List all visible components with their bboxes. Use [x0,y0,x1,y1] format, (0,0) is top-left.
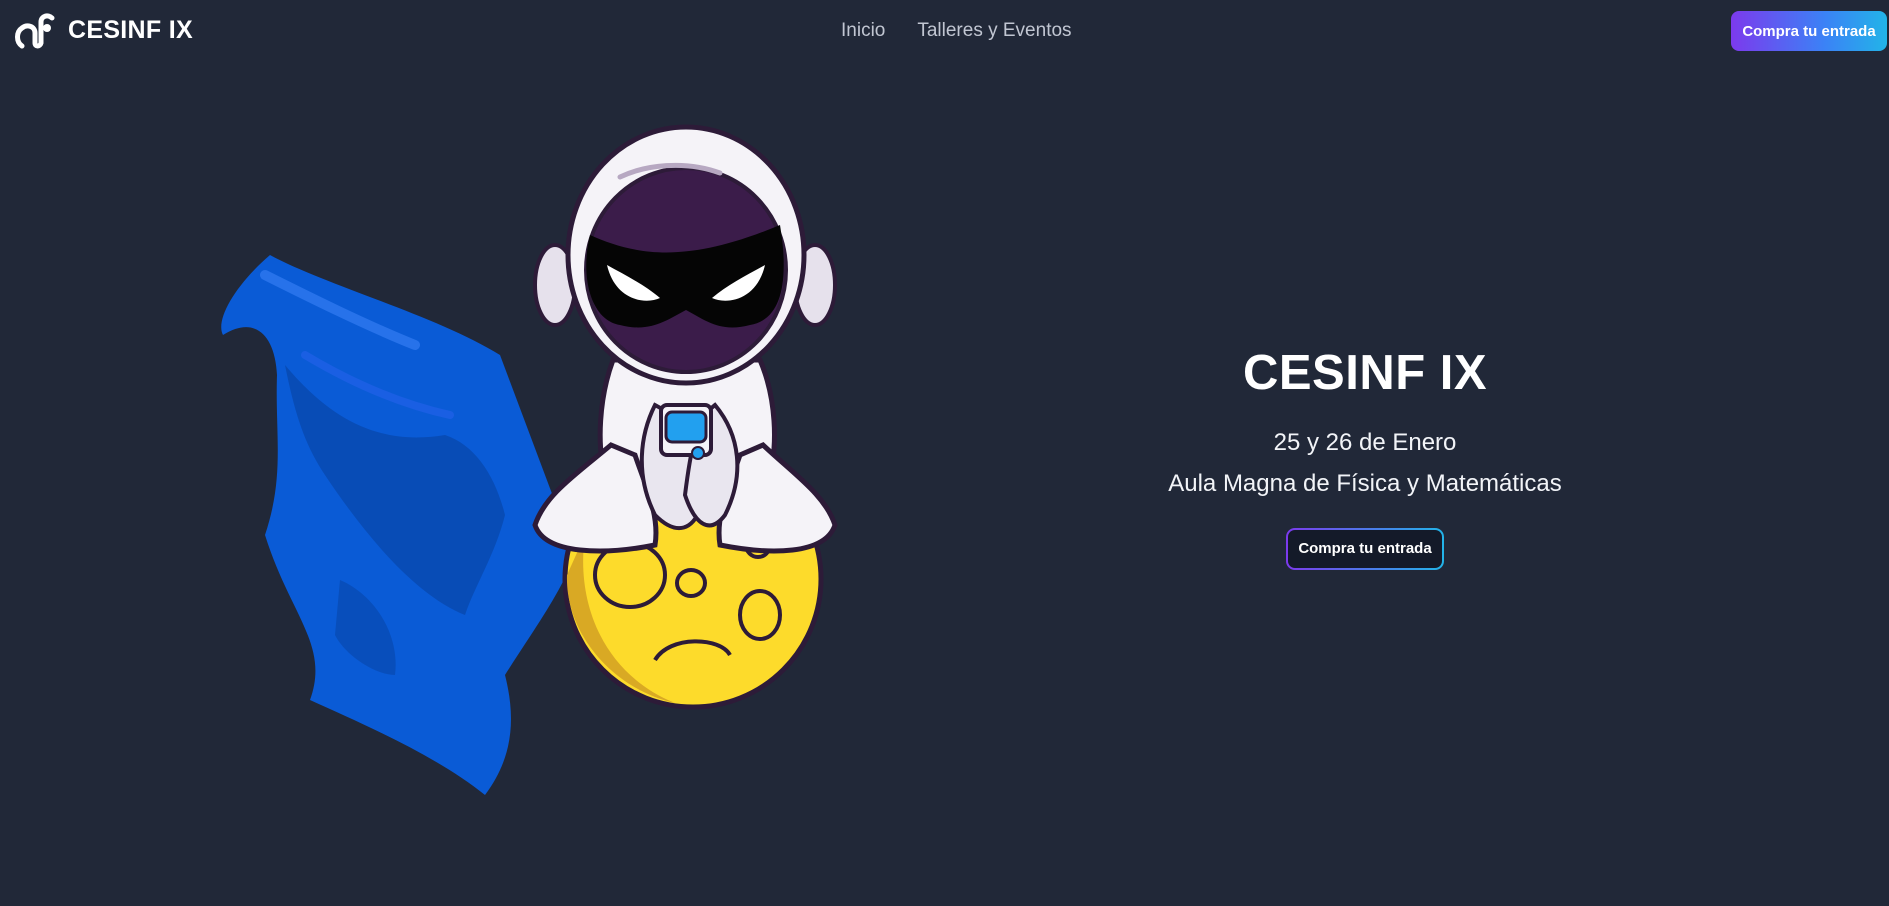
nav-link-inicio[interactable]: Inicio [841,20,885,42]
hero-illustration [215,115,855,805]
hero-title: CESINF IX [1242,346,1488,400]
brand-logo-icon [15,13,55,49]
hero-content: CESINF IX 25 y 26 de Enero Aula Magna de… [1140,345,1590,570]
hero-buy-ticket-button[interactable]: Compra tu entrada [1286,528,1444,570]
event-date: 25 y 26 de Enero [1273,429,1457,456]
event-location: Aula Magna de Física y Matemáticas [1168,470,1562,497]
astronaut-body [532,357,838,554]
cape [221,255,575,795]
nav-buy-ticket-button[interactable]: Compra tu entrada [1731,11,1887,51]
brand-name: CESINF IX [68,16,193,44]
nav-link-talleres[interactable]: Talleres y Eventos [917,20,1071,42]
navbar: CESINF IX Inicio Talleres y Eventos Comp… [0,0,1889,64]
hero-buy-ticket-label: Compra tu entrada [1288,530,1442,568]
astronaut-illustration [221,124,838,795]
brand-link[interactable]: CESINF IX [13,12,193,49]
astronaut-helmet [533,124,837,386]
main-nav: Inicio Talleres y Eventos [841,20,1072,42]
